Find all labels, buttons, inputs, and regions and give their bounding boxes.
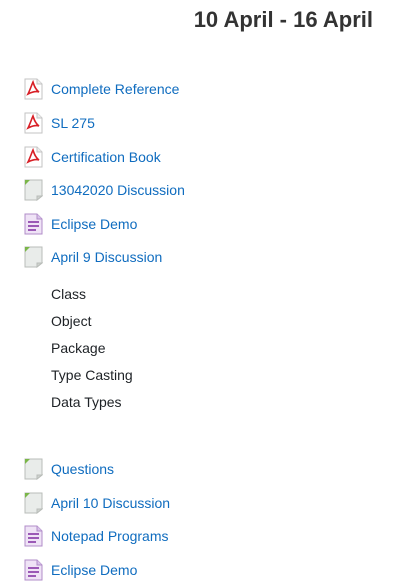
activity-13042020-discussion[interactable]: 13042020 Discussion	[24, 177, 185, 203]
activity-label[interactable]: Complete Reference	[51, 76, 179, 102]
activity-certification-book[interactable]: Certification Book	[24, 144, 161, 170]
document-icon	[24, 213, 43, 235]
activity-sl-275[interactable]: SL 275	[24, 110, 95, 136]
activity-label[interactable]: April 10 Discussion	[51, 490, 170, 516]
file-icon	[24, 458, 43, 480]
section-title: 10 April - 16 April	[193, 7, 373, 32]
topic-item: Package	[51, 340, 106, 356]
activity-april-9-discussion[interactable]: April 9 Discussion	[24, 244, 162, 270]
activity-label[interactable]: Questions	[51, 456, 114, 482]
topic-item: Type Casting	[51, 367, 133, 383]
pdf-icon	[24, 78, 43, 100]
activity-questions[interactable]: Questions	[24, 456, 114, 482]
topic-item: Data Types	[51, 394, 122, 410]
activity-complete-reference[interactable]: Complete Reference	[24, 76, 179, 102]
topic-item: Class	[51, 286, 87, 302]
activity-april-10-discussion[interactable]: April 10 Discussion	[24, 490, 170, 516]
activity-label[interactable]: Eclipse Demo	[51, 557, 137, 583]
topics-list: Class Object Package Type Casting Data T…	[51, 283, 133, 418]
activity-eclipse-demo-2[interactable]: Eclipse Demo	[24, 557, 137, 583]
document-icon	[24, 559, 43, 581]
activity-eclipse-demo[interactable]: Eclipse Demo	[24, 211, 137, 237]
pdf-icon	[24, 112, 43, 134]
activity-label[interactable]: 13042020 Discussion	[51, 177, 185, 203]
activity-label[interactable]: Eclipse Demo	[51, 211, 137, 237]
activity-label[interactable]: SL 275	[51, 110, 95, 136]
activity-label[interactable]: April 9 Discussion	[51, 244, 162, 270]
topic-item: Object	[51, 313, 92, 329]
document-icon	[24, 525, 43, 547]
activity-label[interactable]: Certification Book	[51, 144, 161, 170]
file-icon	[24, 246, 43, 268]
file-icon	[24, 492, 43, 514]
activity-label[interactable]: Notepad Programs	[51, 523, 169, 549]
pdf-icon	[24, 146, 43, 168]
activity-notepad-programs[interactable]: Notepad Programs	[24, 523, 169, 549]
file-icon	[24, 179, 43, 201]
